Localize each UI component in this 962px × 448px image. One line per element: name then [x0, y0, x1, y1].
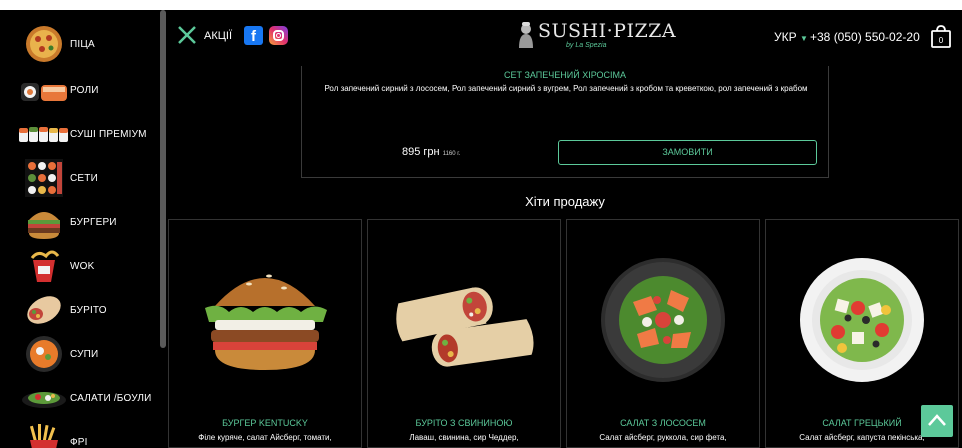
product-name: Салат з лососем — [620, 418, 706, 428]
app-frame: Піца Роли Суші преміум Сети Бургери — [0, 10, 962, 448]
language-selector[interactable]: УКР ▼ — [774, 30, 808, 44]
product-image-burger — [205, 274, 327, 370]
product-name: Буріто з свининою — [415, 418, 513, 428]
fries-icon — [20, 422, 68, 448]
sidebar-item-label: Роли — [70, 84, 99, 96]
set-price-block: 895 грн 1160 г. — [402, 146, 460, 158]
set-title: Сет запечений Хіросіма — [503, 70, 627, 80]
phone-number[interactable]: +38 (050) 550-02-20 — [810, 30, 920, 44]
close-icon[interactable] — [176, 24, 198, 46]
sets-icon — [20, 158, 68, 198]
sushi-premium-icon — [18, 114, 70, 154]
sidebar-item-label: Сети — [70, 172, 98, 184]
sidebar-item-label: WOK — [70, 260, 95, 272]
facebook-icon[interactable]: f — [244, 26, 263, 45]
product-image-salmon-salad — [601, 258, 725, 382]
sidebar-item-sushi-premium[interactable]: Суші преміум — [0, 112, 160, 156]
sidebar-item-salads[interactable]: Салати /Боули — [0, 376, 160, 420]
chevron-up-icon — [928, 414, 946, 426]
sidebar-item-burgers[interactable]: Бургери — [0, 200, 160, 244]
site-logo[interactable]: SUSHI·PIZZA by La Spezia — [516, 18, 676, 54]
cart-count: 0 — [939, 36, 944, 45]
sidebar-item-label: Салати /Боули — [70, 392, 152, 404]
burrito-icon — [20, 290, 68, 330]
burger-icon — [20, 202, 68, 242]
pizza-icon — [20, 24, 68, 64]
sidebar-item-label: Суші преміум — [70, 128, 147, 140]
order-button[interactable]: Замовити — [558, 140, 817, 165]
sidebar-item-label: Супи — [70, 348, 99, 360]
cart-icon[interactable]: 0 — [930, 24, 952, 48]
logo-subtitle: by La Spezia — [566, 42, 607, 49]
sidebar-item-burrito[interactable]: Буріто — [0, 288, 160, 332]
sidebar-item-label: Бургери — [70, 216, 117, 228]
product-description: Філе куряче, салат Айсберг, томати, — [198, 433, 332, 442]
sidebar-item-label: Буріто — [70, 304, 107, 316]
sidebar-scrollbar[interactable] — [160, 10, 166, 348]
top-header: Акції f SUSHI·PIZZA by La Spezia УКР ▼ +… — [168, 10, 962, 66]
set-weight: 1160 г. — [442, 151, 461, 157]
instagram-icon[interactable] — [269, 26, 288, 45]
scroll-to-top-button[interactable] — [921, 405, 953, 437]
product-card[interactable]: Салат з лососем Салат айсберг, руккола, … — [566, 219, 760, 448]
sidebar-item-fries[interactable]: Фрі — [0, 420, 160, 448]
salad-icon — [20, 378, 68, 418]
sidebar-item-sets[interactable]: Сети — [0, 156, 160, 200]
sidebar-item-pizza[interactable]: Піца — [0, 22, 160, 66]
product-image-burrito — [396, 287, 534, 367]
category-sidebar: Піца Роли Суші преміум Сети Бургери — [0, 10, 166, 448]
product-description: Лаваш, свинина, сир Чеддер, — [409, 433, 519, 442]
set-product-card: Сет запечений Хіросіма Рол запечений сир… — [301, 66, 829, 178]
product-name: Бургер Kentucky — [222, 418, 308, 428]
rolls-icon — [20, 70, 68, 110]
set-price: 895 грн — [402, 146, 440, 158]
chef-logo-icon — [519, 22, 533, 48]
wok-icon — [20, 246, 68, 286]
sidebar-item-wok[interactable]: WOK — [0, 244, 160, 288]
soup-icon — [20, 334, 68, 374]
product-card[interactable]: Бургер Kentucky Філе куряче, салат Айсбе… — [168, 219, 362, 448]
set-description: Рол запечений сирний з лососем, Рол запе… — [324, 84, 808, 93]
product-card[interactable]: Буріто з свининою Лаваш, свинина, сир Че… — [367, 219, 561, 448]
sidebar-item-soups[interactable]: Супи — [0, 332, 160, 376]
language-label: УКР — [774, 30, 797, 44]
sidebar-item-label: Фрі — [70, 436, 88, 448]
bestsellers-heading: Хіти продажу — [525, 194, 605, 209]
logo-text: SUSHI·PIZZA — [538, 20, 677, 42]
product-description: Салат айсберг, руккола, сир фета, — [599, 433, 727, 442]
sidebar-item-label: Піца — [70, 38, 95, 50]
product-image-greek-salad — [800, 258, 924, 382]
promo-link[interactable]: Акції — [204, 30, 232, 42]
sidebar-item-rolls[interactable]: Роли — [0, 68, 160, 112]
chevron-down-icon: ▼ — [799, 34, 808, 43]
